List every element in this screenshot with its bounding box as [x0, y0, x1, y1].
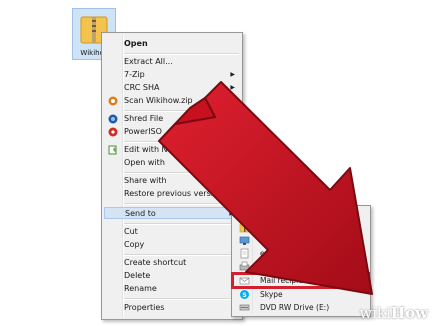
watermark-suffix: How	[390, 304, 428, 322]
menu-item-label: Copy	[124, 240, 145, 249]
menu-item-cut[interactable]: Cut	[104, 226, 240, 238]
submenu-item-label: (create shortcut)	[260, 236, 324, 245]
menu-item-label: CRC SHA	[124, 83, 160, 92]
desktop: Wikihow Open Extract All... 7-Zip ▶ CRC …	[0, 0, 434, 326]
menu-item-poweriso[interactable]: PowerISO	[104, 126, 240, 138]
notepad-icon	[108, 145, 117, 155]
menu-item-create-shortcut[interactable]: Create shortcut	[104, 257, 240, 269]
menu-item-label: 7-Zip	[124, 70, 145, 79]
menu-item-shred-file[interactable]: Shred File	[104, 113, 240, 125]
wikihow-watermark: wikiHow	[359, 304, 428, 322]
send-to-bluetooth-device[interactable]: th device	[234, 208, 368, 221]
antivirus-icon	[108, 96, 118, 106]
send-to-desktop[interactable]: (create shortcut)	[234, 234, 368, 247]
menu-separator	[124, 203, 239, 205]
zip-folder-icon	[239, 223, 250, 233]
menu-separator	[124, 53, 239, 55]
watermark-prefix: wiki	[359, 304, 391, 322]
desktop-icon	[239, 236, 250, 245]
menu-item-label: Send to	[125, 209, 156, 218]
menu-item-label: Cut	[124, 227, 138, 236]
menu-item-label: Open with	[124, 158, 165, 167]
menu-item-open-with[interactable]: Open with	[104, 157, 240, 169]
menu-item-label: Restore previous versions	[124, 189, 228, 198]
documents-icon	[240, 248, 249, 259]
menu-item-extract-all[interactable]: Extract All...	[104, 56, 240, 68]
menu-separator	[124, 172, 239, 174]
submenu-item-label: ressed (zipped) folder	[260, 223, 343, 232]
menu-item-share-with[interactable]: Share with	[104, 175, 240, 187]
menu-item-label: Open	[124, 39, 148, 48]
menu-item-send-to[interactable]: Send to ▶	[104, 207, 240, 219]
menu-item-label: Extract All...	[124, 57, 173, 66]
submenu-item-label: Skype	[260, 290, 283, 299]
send-to-documents[interactable]: ents	[234, 247, 368, 260]
submenu-item-label: ents	[260, 249, 277, 258]
menu-item-delete[interactable]: Delete	[104, 270, 240, 282]
svg-text:S: S	[242, 292, 246, 299]
dvd-drive-icon	[239, 304, 250, 311]
poweriso-icon	[108, 127, 118, 137]
submenu-arrow-icon: ▶	[230, 84, 235, 91]
menu-item-label: Create shortcut	[124, 258, 187, 267]
menu-item-label: Scan Wikihow.zip	[124, 96, 193, 105]
menu-item-label: Properties	[124, 303, 165, 312]
menu-item-label: Delete	[124, 271, 151, 280]
submenu-item-label: Fax recipient	[260, 262, 308, 271]
menu-separator	[124, 141, 239, 143]
submenu-item-label: th device	[260, 210, 295, 219]
send-to-dvd-drive[interactable]: DVD RW Drive (E:)	[234, 301, 368, 314]
shred-icon	[108, 114, 118, 124]
skype-icon: S	[240, 290, 249, 299]
menu-item-label: Edit with Notepad++	[124, 145, 209, 154]
mail-recipient-highlight	[231, 272, 370, 289]
menu-item-scan[interactable]: Scan Wikihow.zip	[104, 95, 240, 107]
submenu-arrow-icon: ▶	[230, 71, 235, 78]
menu-separator	[124, 223, 239, 225]
send-to-submenu: th device ressed (zipped) folder (create…	[231, 205, 371, 317]
context-menu: Open Extract All... 7-Zip ▶ CRC SHA ▶ Sc…	[101, 32, 243, 320]
send-to-compressed-folder[interactable]: ressed (zipped) folder	[234, 221, 368, 234]
menu-item-rename[interactable]: Rename	[104, 283, 240, 295]
menu-item-label: PowerISO	[124, 127, 162, 136]
menu-item-label: Share with	[124, 176, 167, 185]
bluetooth-icon	[240, 210, 249, 219]
menu-item-7zip[interactable]: 7-Zip ▶	[104, 69, 240, 81]
menu-item-copy[interactable]: Copy	[104, 239, 240, 251]
menu-item-crc-sha[interactable]: CRC SHA ▶	[104, 82, 240, 94]
menu-separator	[124, 298, 239, 300]
send-to-skype[interactable]: S Skype	[234, 288, 368, 301]
menu-separator	[124, 254, 239, 256]
menu-separator	[124, 110, 239, 112]
menu-item-properties[interactable]: Properties	[104, 302, 240, 314]
menu-item-open[interactable]: Open	[104, 38, 240, 50]
fax-icon	[239, 261, 250, 271]
submenu-item-label: DVD RW Drive (E:)	[260, 303, 330, 312]
menu-item-restore-previous[interactable]: Restore previous versions	[104, 188, 240, 200]
menu-item-label: Rename	[124, 284, 157, 293]
menu-item-edit-notepad[interactable]: Edit with Notepad++	[104, 144, 240, 156]
menu-item-label: Shred File	[124, 114, 164, 123]
